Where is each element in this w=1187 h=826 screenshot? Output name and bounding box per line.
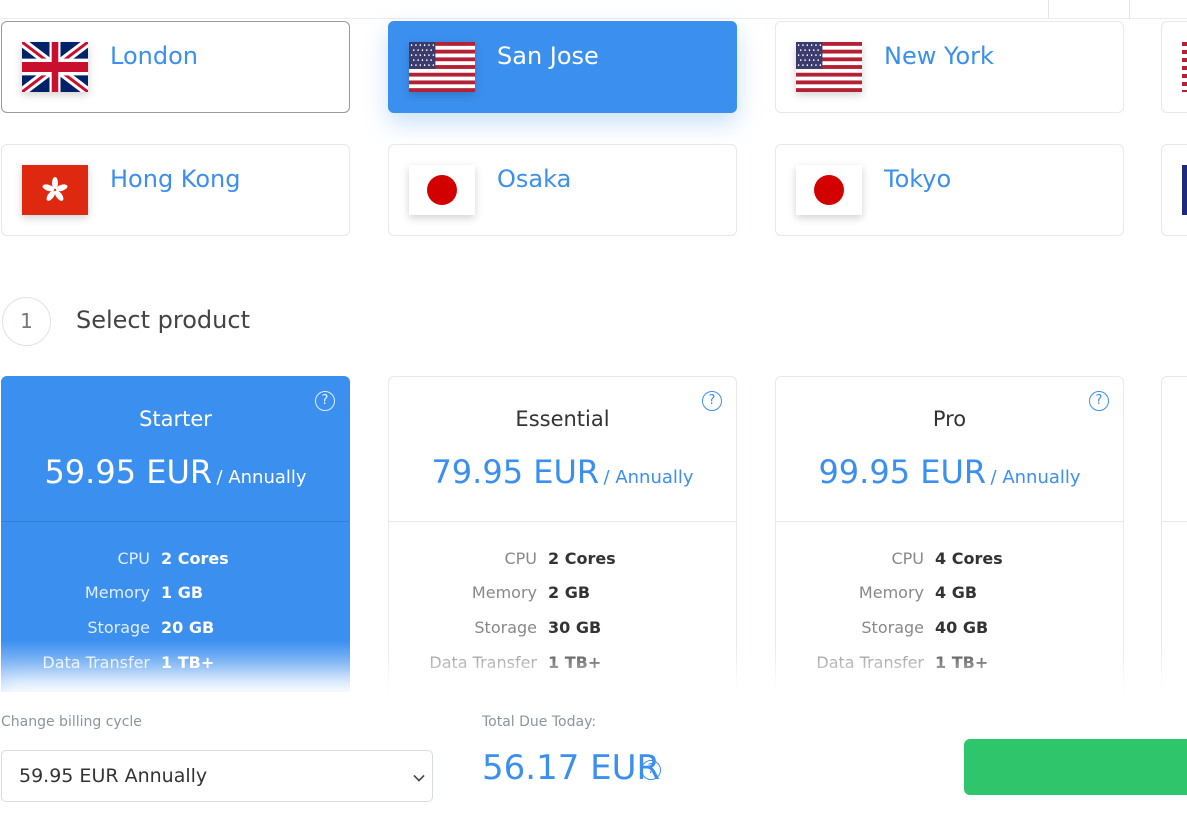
spec-value: 1 GB — [161, 583, 204, 602]
location-tokyo[interactable]: Tokyo — [775, 144, 1124, 236]
spec-key: Memory — [84, 583, 150, 602]
spec-value: 2 Cores — [548, 549, 616, 568]
billing-cycle-select[interactable]: 59.95 EUR Annually — [1, 750, 433, 802]
us-flag-icon — [1182, 42, 1187, 92]
spec-value: 1 TB+ — [935, 653, 989, 672]
spec-value: 4 Cores — [935, 549, 1003, 568]
product-card-partial[interactable] — [1161, 376, 1187, 706]
spec-row-cpu: CPU 4 Cores — [776, 549, 1123, 573]
spec-row-transfer: Data Transfer 1 TB+ — [389, 653, 736, 677]
product-price: 59.95 EUR / Annually — [2, 453, 349, 491]
spec-value: 2 Cores — [161, 549, 229, 568]
divider — [776, 521, 1123, 522]
location-new-york[interactable]: New York — [775, 21, 1124, 113]
spec-key: Data Transfer — [429, 653, 537, 672]
location-name: London — [110, 42, 198, 70]
au-flag-icon — [1182, 165, 1187, 215]
help-icon[interactable]: ? — [641, 760, 661, 780]
price-amount: 59.95 EUR — [44, 453, 213, 491]
location-name: San Jose — [497, 42, 599, 70]
spec-row-storage: Storage 40 GB — [776, 618, 1123, 642]
spec-row-cpu: CPU 2 Cores — [389, 549, 736, 573]
product-name: Pro — [932, 407, 967, 431]
product-price: 99.95 EUR / Annually — [776, 453, 1123, 491]
spec-key: CPU — [117, 549, 150, 568]
location-name: New York — [884, 42, 994, 70]
location-name: Osaka — [497, 165, 572, 193]
billing-cycle-value: 59.95 EUR Annually — [19, 765, 208, 787]
spec-value: 1 TB+ — [548, 653, 602, 672]
location-card-partial[interactable] — [1161, 144, 1187, 236]
spec-row-memory: Memory 2 GB — [389, 583, 736, 607]
product-essential[interactable]: ? Essential 79.95 EUR / Annually CPU 2 Co… — [388, 376, 737, 706]
step-number-badge: 1 — [2, 297, 51, 346]
spec-value: 40 GB — [935, 618, 989, 637]
top-toolbar-edge — [0, 0, 1187, 19]
location-card-partial[interactable] — [1161, 21, 1187, 113]
price-amount: 79.95 EUR — [431, 453, 600, 491]
location-san-jose[interactable]: San Jose — [388, 21, 737, 113]
uk-flag-icon — [22, 42, 88, 92]
spec-row-storage: Storage 30 GB — [389, 618, 736, 642]
spec-key: CPU — [891, 549, 924, 568]
location-name: Hong Kong — [110, 165, 241, 193]
product-name: Starter — [139, 407, 212, 431]
price-cycle: / Annually — [990, 467, 1081, 488]
spec-row-memory: Memory 4 GB — [776, 583, 1123, 607]
product-name: Essential — [515, 407, 610, 431]
spec-row-cpu: CPU 2 Cores — [2, 549, 349, 573]
toolbar-separator — [1129, 0, 1130, 19]
us-flag-icon — [409, 42, 475, 92]
spec-key: CPU — [504, 549, 537, 568]
total-due-label: Total Due Today: — [482, 714, 597, 730]
location-london[interactable]: London — [1, 21, 350, 113]
product-starter[interactable]: ? Starter 59.95 EUR / Annually CPU 2 Core… — [1, 376, 350, 706]
total-due-amount: 56.17 EUR — [482, 748, 661, 788]
divider — [2, 521, 349, 522]
price-cycle: / Annually — [603, 467, 694, 488]
section-title: Select product — [76, 306, 250, 334]
spec-key: Data Transfer — [816, 653, 924, 672]
spec-row-transfer: Data Transfer 1 TB+ — [2, 653, 349, 677]
spec-value: 30 GB — [548, 618, 602, 637]
divider — [389, 521, 736, 522]
spec-value: 2 GB — [548, 583, 591, 602]
location-osaka[interactable]: Osaka — [388, 144, 737, 236]
location-hong-kong[interactable]: Hong Kong — [1, 144, 350, 236]
spec-key: Storage — [474, 618, 537, 637]
spec-key: Memory — [471, 583, 537, 602]
product-price: 79.95 EUR / Annually — [389, 453, 736, 491]
chevron-down-icon — [413, 770, 425, 782]
spec-value: 1 TB+ — [161, 653, 215, 672]
spec-row-transfer: Data Transfer 1 TB+ — [776, 653, 1123, 677]
spec-value: 20 GB — [161, 618, 215, 637]
order-summary-bar: Change billing cycle 59.95 EUR Annually … — [0, 692, 1187, 826]
spec-row-storage: Storage 20 GB — [2, 618, 349, 642]
spec-key: Memory — [858, 583, 924, 602]
billing-cycle-label: Change billing cycle — [1, 714, 142, 730]
spec-key: Data Transfer — [42, 653, 150, 672]
divider — [1162, 521, 1187, 522]
hk-flag-icon — [22, 165, 88, 215]
location-name: Tokyo — [884, 165, 952, 193]
price-amount: 99.95 EUR — [818, 453, 987, 491]
us-flag-icon — [796, 42, 862, 92]
product-pro[interactable]: ? Pro 99.95 EUR / Annually CPU 4 Cores Me… — [775, 376, 1124, 706]
spec-key: Storage — [861, 618, 924, 637]
spec-value: 4 GB — [935, 583, 978, 602]
price-cycle: / Annually — [216, 467, 307, 488]
jp-flag-icon — [409, 165, 475, 215]
toolbar-separator — [1048, 0, 1049, 19]
jp-flag-icon — [796, 165, 862, 215]
spec-key: Storage — [87, 618, 150, 637]
spec-row-memory: Memory 1 GB — [2, 583, 349, 607]
continue-button[interactable] — [964, 739, 1187, 795]
